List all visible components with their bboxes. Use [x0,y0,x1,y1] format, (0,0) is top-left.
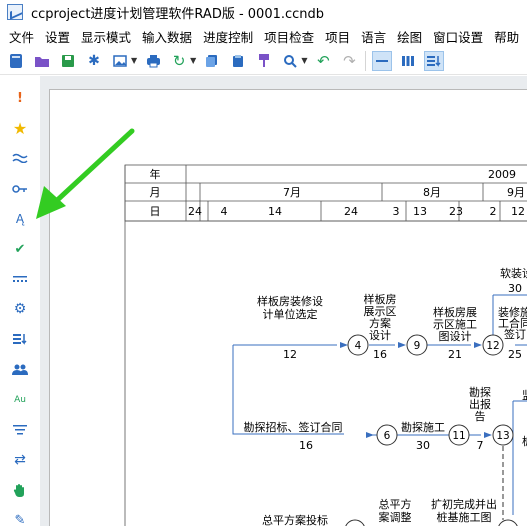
activity-duration: 16 [373,348,387,361]
activity-name: 总平方案投标 [262,513,328,526]
pen-icon[interactable]: ✎ [10,510,30,526]
window-title: ccproject进度计划管理软件RAD版 - 0001.ccndb [31,6,325,22]
key-icon[interactable] [10,179,30,199]
refresh-icon[interactable]: ↻ [169,51,189,71]
column-view-icon[interactable] [398,51,418,71]
app-chart-icon [7,4,23,20]
activity-duration: 25 [508,348,522,361]
day-cell: 13 [413,205,427,218]
activity-duration: 21 [448,348,462,361]
hand-icon[interactable] [10,480,30,500]
sort-icon[interactable] [10,329,30,349]
menu-project-check[interactable]: 项目检查 [264,27,314,46]
year-value: 2009 [488,168,516,181]
menu-drawing[interactable]: 绘图 [397,27,422,46]
check-icon[interactable]: ✔ [10,239,30,259]
open-folder-icon[interactable] [32,51,52,71]
au-icon[interactable]: Au [10,390,30,410]
day-cell: 12 [511,205,525,218]
menu-language[interactable]: 语言 [361,27,386,46]
day-cell: 24 [344,205,358,218]
activity-name: 样板房展示区方案设计 [364,292,397,342]
menu-input-data[interactable]: 输入数据 [142,27,192,46]
brush-icon[interactable] [254,51,274,71]
menu-help[interactable]: 帮助 [494,27,519,46]
month-label: 月 [150,186,161,199]
node-label: 6 [384,430,391,442]
activity-name: 扩初完成并出桩基施工图 [431,497,497,524]
wave-icon[interactable] [10,148,30,168]
line-view-icon[interactable] [372,50,393,71]
activity-name: 桩基 [522,434,527,448]
snowflake-icon[interactable]: ✱ [84,51,104,71]
day-cell: 14 [268,205,282,218]
print-icon[interactable] [143,51,163,71]
day-label: 日 [150,205,161,218]
database-icon[interactable] [6,51,26,71]
title-bar: ccproject进度计划管理软件RAD版 - 0001.ccndb [0,0,527,24]
paste-icon[interactable] [228,51,248,71]
activity-name: 软装设计 [500,266,527,280]
activity-duration: 16 [299,439,313,452]
swap-icon[interactable]: ⇄ [10,450,30,470]
day-cell: 23 [449,205,463,218]
activity-name: 监理 [522,389,527,402]
undo-icon[interactable]: ↶ [313,51,333,71]
chevron-down-icon[interactable]: ▼ [301,56,307,65]
activity-name: 装修施工合同签订 [498,305,527,341]
network-diagram: 年 月 日 2009 7月 8月 9月 24 4 14 24 3 13 23 2… [124,164,527,526]
font-size-icon[interactable]: Ą [10,209,30,229]
day-cell: 3 [393,205,400,218]
activity-duration: 30 [416,439,430,452]
activity-name: 勘探招标、签订合同 [244,420,343,434]
activity-duration: 7 [477,439,484,452]
exclamation-icon[interactable]: ! [10,88,30,108]
menu-file[interactable]: 文件 [9,27,34,46]
menu-window-settings[interactable]: 窗口设置 [433,27,483,46]
day-cell: 24 [188,205,202,218]
node-label: 4 [355,340,362,352]
activity-name: 总平方案调整 [379,497,412,524]
node-label: 11 [452,430,465,442]
star-icon[interactable]: ★ [10,118,30,138]
redo-icon[interactable]: ↷ [339,51,359,71]
menu-settings[interactable]: 设置 [45,27,70,46]
node-label: 9 [414,340,421,352]
sort-view-icon[interactable] [424,50,445,71]
node-label: 13 [496,430,509,442]
menu-progress-control[interactable]: 进度控制 [203,27,253,46]
toolbar-separator [365,50,367,71]
day-cell: 4 [221,205,228,218]
year-label: 年 [150,167,161,181]
drawing-canvas[interactable]: 年 月 日 2009 7月 8月 9月 24 4 14 24 3 13 23 2… [40,76,527,526]
menu-display-mode[interactable]: 显示模式 [81,27,131,46]
chevron-down-icon[interactable]: ▼ [190,56,196,65]
toolbar: ✱ ▼ ↻ ▼ ▼ ↶ ↷ [0,47,527,75]
copy-icon[interactable] [202,51,222,71]
dotted-line-icon[interactable] [10,269,30,289]
filter-icon[interactable] [10,420,30,440]
save-icon[interactable] [58,51,78,71]
activity-name: 样板房装修设计单位选定 [257,294,323,321]
activity-name: 勘探出报告 [469,386,491,423]
gear-icon[interactable]: ⚙ [10,299,30,319]
day-cell: 2 [490,205,497,218]
menu-bar: 文件 设置 显示模式 输入数据 进度控制 项目检查 项目 语言 绘图 窗口设置 … [0,26,527,46]
drawing-page: 年 月 日 2009 7月 8月 9月 24 4 14 24 3 13 23 2… [49,89,527,526]
chevron-down-icon[interactable]: ▼ [131,56,137,65]
activity-name: 样板房展示区施工图设计 [433,305,477,343]
node-label: 12 [486,340,499,352]
search-icon[interactable] [280,51,300,71]
activity-duration: 12 [283,348,297,361]
month-jul: 7月 [283,186,301,199]
users-icon[interactable] [10,360,30,380]
left-tool-sidebar: ! ★ Ą ✔ ⚙ Au ⇄ ✎ [0,76,40,526]
month-sep: 9月 [507,186,525,199]
activity-duration: 30 [508,282,522,295]
menu-project[interactable]: 项目 [325,27,350,46]
image-icon[interactable] [110,51,130,71]
month-aug: 8月 [423,186,441,199]
activity-name: 勘探施工 [401,421,445,434]
